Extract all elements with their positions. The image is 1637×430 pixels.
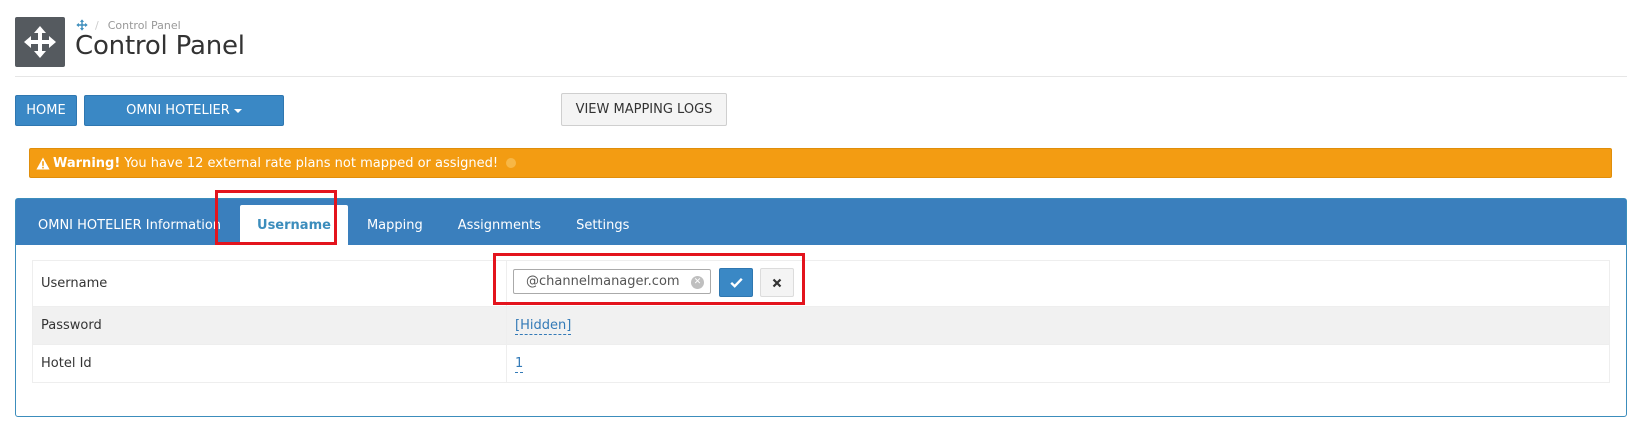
breadcrumb-current: Control Panel bbox=[107, 18, 181, 32]
field-label: Username bbox=[32, 260, 507, 307]
confirm-button[interactable] bbox=[719, 268, 753, 297]
tab-bar: OMNI HOTELIER Information Username Mappi… bbox=[16, 199, 1626, 245]
username-input[interactable]: @channelmanager.com bbox=[513, 269, 711, 294]
hotel-id-editable-link[interactable]: 1 bbox=[515, 356, 524, 373]
breadcrumb-separator: / bbox=[95, 18, 99, 32]
breadcrumb-home-icon[interactable] bbox=[76, 19, 88, 31]
check-icon bbox=[729, 277, 743, 288]
warning-triangle-icon bbox=[36, 157, 50, 170]
field-value-cell: [Hidden] bbox=[506, 306, 1610, 345]
password-editable-link[interactable]: [Hidden] bbox=[515, 318, 572, 335]
channel-panel: OMNI HOTELIER Information Username Mappi… bbox=[15, 198, 1627, 417]
tab-mapping[interactable]: Mapping bbox=[351, 205, 439, 245]
credentials-table: Username @channelmanager.com ✕ Password … bbox=[32, 260, 1610, 383]
table-row-hotel-id: Hotel Id 1 bbox=[32, 344, 1610, 383]
channel-dropdown-label: OMNI HOTELIER bbox=[126, 103, 230, 118]
field-label: Password bbox=[32, 306, 507, 345]
username-editor: @channelmanager.com ✕ bbox=[507, 261, 1609, 306]
field-label: Hotel Id bbox=[32, 344, 507, 383]
clear-circle-icon[interactable]: ✕ bbox=[691, 276, 704, 289]
channel-dropdown-button[interactable]: OMNI HOTELIER bbox=[84, 95, 284, 126]
tab-information[interactable]: OMNI HOTELIER Information bbox=[22, 205, 237, 245]
page-title: Control Panel bbox=[75, 31, 245, 61]
field-value-cell: @channelmanager.com ✕ bbox=[506, 260, 1610, 307]
warning-alert: Warning! You have 12 external rate plans… bbox=[29, 148, 1612, 178]
x-icon bbox=[772, 278, 782, 287]
alert-title: Warning! bbox=[53, 155, 121, 171]
page-header: / Control Panel Control Panel bbox=[15, 17, 1627, 77]
cancel-button[interactable] bbox=[760, 268, 794, 297]
home-button[interactable]: HOME bbox=[15, 95, 77, 126]
alert-message: You have 12 external rate plans not mapp… bbox=[124, 155, 499, 171]
tab-assignments[interactable]: Assignments bbox=[442, 205, 557, 245]
info-icon[interactable] bbox=[506, 158, 517, 168]
arrows-move-icon bbox=[15, 17, 65, 67]
caret-down-icon bbox=[233, 108, 242, 113]
tab-username[interactable]: Username bbox=[240, 205, 348, 245]
tab-settings[interactable]: Settings bbox=[560, 205, 645, 245]
view-mapping-logs-button[interactable]: VIEW MAPPING LOGS bbox=[561, 93, 727, 126]
table-row-password: Password [Hidden] bbox=[32, 306, 1610, 345]
table-row-username: Username @channelmanager.com ✕ bbox=[32, 260, 1610, 307]
field-value-cell: 1 bbox=[506, 344, 1610, 383]
